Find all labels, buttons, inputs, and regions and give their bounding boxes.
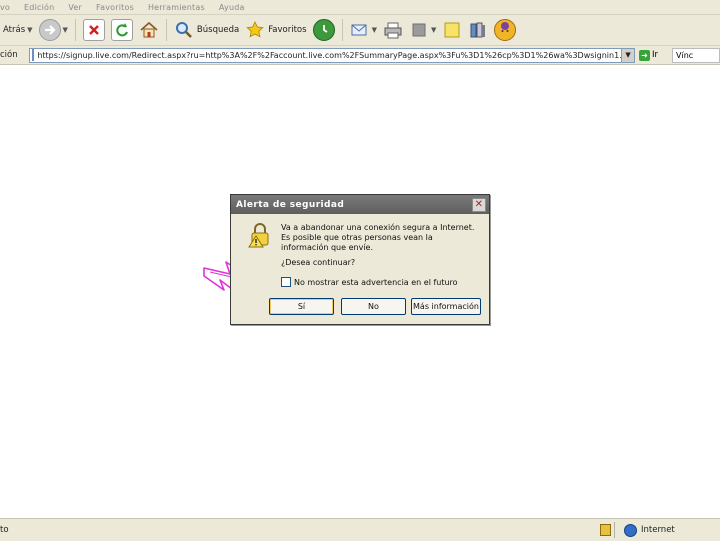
status-bar: to Internet bbox=[0, 518, 720, 541]
dialog-message: Va a abandonar una conexión segura a Int… bbox=[281, 223, 475, 252]
forward-arrow-icon bbox=[38, 19, 61, 41]
menu-bar: vo Edición Ver Favoritos Herramientas Ay… bbox=[0, 0, 720, 15]
yes-button[interactable]: Sí bbox=[269, 298, 334, 315]
address-url: https://signup.live.com/Redirect.aspx?ru… bbox=[37, 50, 634, 60]
print-button[interactable] bbox=[380, 17, 406, 43]
status-text: to bbox=[0, 525, 9, 535]
toolbar-divider bbox=[341, 19, 343, 41]
mail-button[interactable]: ▼ bbox=[347, 17, 380, 43]
dialog-question: ¿Desea continuar? bbox=[281, 258, 356, 267]
more-info-button[interactable]: Más información bbox=[411, 298, 481, 315]
go-arrow-icon: ➜ bbox=[639, 49, 651, 61]
status-divider bbox=[614, 522, 615, 538]
globe-icon bbox=[624, 523, 637, 537]
chevron-down-icon[interactable]: ▼ bbox=[63, 26, 68, 34]
research-button[interactable] bbox=[465, 17, 491, 43]
refresh-button[interactable] bbox=[108, 17, 136, 43]
messenger-icon bbox=[494, 19, 517, 41]
address-bar: ción https://signup.live.com/Redirect.as… bbox=[0, 46, 720, 65]
zone-label: Internet bbox=[641, 525, 675, 535]
home-button[interactable] bbox=[136, 17, 162, 43]
home-icon bbox=[139, 20, 159, 40]
toolbar: Atrás ▼ ▼ Búsqueda Favoritos ▼ ▼ bbox=[0, 15, 720, 46]
history-button[interactable] bbox=[310, 17, 338, 43]
address-input[interactable]: https://signup.live.com/Redirect.aspx?ru… bbox=[29, 47, 636, 63]
search-icon bbox=[174, 20, 194, 40]
mail-icon bbox=[350, 20, 370, 40]
lock-icon bbox=[600, 524, 611, 536]
chevron-down-icon[interactable]: ▼ bbox=[431, 26, 436, 34]
menu-item-help[interactable]: Ayuda bbox=[219, 3, 245, 12]
security-zone[interactable]: Internet bbox=[624, 523, 675, 537]
favorites-label: Favoritos bbox=[268, 25, 307, 35]
favorites-button[interactable]: Favoritos bbox=[242, 17, 309, 43]
search-button[interactable]: Búsqueda bbox=[171, 17, 242, 43]
forward-button[interactable]: ▼ bbox=[36, 17, 71, 43]
menu-item-edit[interactable]: Edición bbox=[24, 3, 54, 12]
close-button[interactable]: ✕ bbox=[472, 198, 486, 212]
security-alert-dialog: Alerta de seguridad ✕ Va a abandonar una… bbox=[230, 194, 490, 325]
no-button[interactable]: No bbox=[341, 298, 406, 315]
star-icon bbox=[245, 20, 265, 40]
back-button[interactable]: Atrás ▼ bbox=[0, 17, 36, 43]
dialog-title: Alerta de seguridad bbox=[236, 199, 345, 210]
go-label: Ir bbox=[652, 50, 659, 60]
menu-item-file[interactable]: vo bbox=[0, 3, 10, 12]
page-icon bbox=[32, 49, 35, 61]
dont-show-again-checkbox[interactable]: No mostrar esta advertencia en el futuro bbox=[281, 277, 458, 287]
printer-icon bbox=[383, 20, 403, 40]
checkbox-box[interactable] bbox=[281, 277, 291, 287]
discuss-button[interactable] bbox=[439, 17, 465, 43]
back-label: Atrás bbox=[3, 25, 26, 35]
chevron-down-icon[interactable]: ▼ bbox=[372, 26, 377, 34]
chevron-down-icon[interactable]: ▼ bbox=[621, 48, 635, 62]
toolbar-divider bbox=[165, 19, 167, 41]
stop-icon bbox=[82, 19, 105, 41]
books-icon bbox=[468, 20, 488, 40]
menu-item-view[interactable]: Ver bbox=[68, 3, 82, 12]
lock-warning-icon bbox=[248, 223, 269, 248]
go-button[interactable]: ➜ Ir bbox=[639, 49, 659, 61]
edit-button[interactable]: ▼ bbox=[406, 17, 439, 43]
menu-item-favorites[interactable]: Favoritos bbox=[96, 3, 134, 12]
address-label: ción bbox=[0, 50, 18, 60]
close-icon: ✕ bbox=[474, 199, 484, 210]
history-icon bbox=[312, 19, 335, 41]
note-icon bbox=[442, 20, 462, 40]
search-label: Búsqueda bbox=[196, 25, 240, 35]
edit-icon bbox=[409, 20, 429, 40]
refresh-icon bbox=[110, 19, 133, 41]
chevron-down-icon[interactable]: ▼ bbox=[27, 26, 32, 34]
toolbar-divider bbox=[74, 19, 76, 41]
menu-item-tools[interactable]: Herramientas bbox=[148, 3, 205, 12]
links-button[interactable]: Vínc bbox=[672, 47, 720, 63]
checkbox-label: No mostrar esta advertencia en el futuro bbox=[294, 277, 458, 287]
stop-button[interactable] bbox=[80, 17, 108, 43]
dialog-titlebar[interactable]: Alerta de seguridad ✕ bbox=[231, 195, 489, 214]
messenger-button[interactable] bbox=[491, 17, 519, 43]
